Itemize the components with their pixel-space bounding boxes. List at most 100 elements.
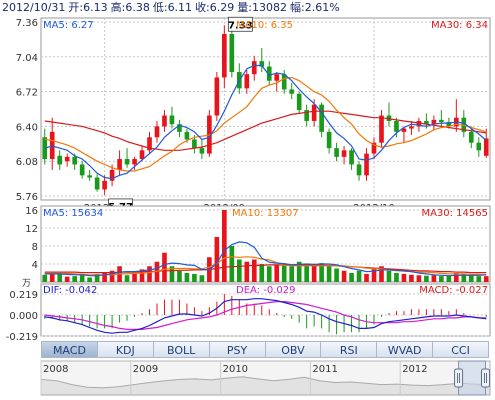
volume-bar — [431, 275, 437, 282]
time-navigator[interactable]: 2008 2009 2010 2011 2012 — [0, 359, 495, 399]
macd-y-tick: -0.219 — [6, 332, 38, 340]
tab-wvad[interactable]: WVAD — [376, 341, 433, 358]
stock-chart-widget: 2012/10/31 开:6.13 高:6.38 低:6.11 收:6.29 量:1308… — [0, 0, 495, 400]
candle-body — [169, 115, 175, 125]
macd-legend: MACD: -0.027 — [419, 285, 488, 296]
candle-body — [341, 150, 347, 157]
candle-body — [102, 180, 107, 190]
candle-body — [87, 175, 92, 178]
volume-unit-label: 万 — [22, 279, 31, 289]
navigator-year-label: 2008 — [43, 364, 68, 375]
volume-bar — [266, 266, 272, 282]
volume-y-tick: 12 — [25, 224, 38, 235]
navigator-right-handle[interactable] — [481, 368, 491, 388]
candle-body — [326, 131, 332, 149]
tab-psy[interactable]: PSY — [208, 341, 265, 358]
volume-bar — [349, 273, 354, 282]
volume-bar — [334, 268, 339, 282]
candle-body — [409, 126, 414, 129]
price-y-tick: 5.76 — [16, 192, 38, 203]
volume-bar — [446, 275, 452, 282]
navigator-year-label: 2009 — [133, 364, 158, 375]
volume-bar — [416, 275, 422, 282]
price-y-tick: 7.36 — [16, 18, 38, 29]
candle-body — [154, 126, 160, 138]
candle-body — [476, 142, 482, 151]
volume-bar — [79, 275, 85, 282]
volume-bar — [356, 270, 362, 282]
candle-body — [296, 93, 302, 111]
macd-y-tick: 0.219 — [9, 290, 38, 301]
price-y-tick: 6.40 — [16, 122, 38, 133]
volume-bar — [483, 276, 489, 282]
volume-bar — [476, 276, 482, 282]
candle-body — [124, 159, 130, 165]
candle-body — [72, 156, 77, 165]
candle-body — [356, 164, 362, 176]
dea-legend: DEA: -0.029 — [236, 285, 295, 296]
volume-bar — [72, 276, 77, 282]
volume-bar — [222, 210, 227, 282]
volume-ma30-legend: MA30: 14565 — [421, 208, 488, 219]
tab-macd[interactable]: MACD — [41, 341, 97, 358]
candle-body — [57, 155, 63, 165]
volume-ma5-legend: MA5: 15634 — [43, 208, 103, 219]
volume-bar — [439, 276, 444, 282]
volume-bar — [259, 264, 265, 282]
volume-bar — [326, 266, 332, 282]
volume-bar — [236, 259, 242, 282]
volume-bar — [364, 273, 369, 282]
candle-body — [199, 148, 205, 154]
volume-y-tick: 4 — [32, 260, 38, 271]
volume-bar — [177, 270, 182, 282]
candle-body — [311, 104, 317, 121]
volume-bar — [199, 275, 205, 282]
tab-rsi[interactable]: RSI — [320, 341, 377, 358]
navigator-year-label: 2010 — [223, 364, 248, 375]
volume-bar — [64, 276, 70, 282]
candle-body — [364, 153, 369, 176]
volume-bar — [289, 266, 295, 282]
volume-bar — [184, 273, 190, 282]
price-y-tick: 6.72 — [16, 88, 38, 99]
price-y-tick: 6.08 — [16, 157, 38, 168]
candle-body — [289, 89, 295, 94]
candle-body — [483, 138, 489, 156]
volume-bar — [57, 273, 63, 282]
chart-svg: 7.367.046.726.406.085.762012/082012/0920… — [6, 16, 491, 340]
volume-bar — [124, 275, 130, 282]
tab-kdj[interactable]: KDJ — [96, 341, 153, 358]
volume-bar — [244, 261, 250, 282]
candle-body — [132, 159, 137, 165]
candle-body — [468, 131, 474, 143]
tab-boll[interactable]: BOLL — [152, 341, 209, 358]
volume-bar — [229, 246, 235, 282]
volume-y-tick: 8 — [32, 242, 38, 253]
price-ma10-legend: MA10: 6.35 — [236, 20, 293, 31]
navigator-year-label: 2012 — [402, 364, 427, 375]
volume-bar — [409, 274, 414, 282]
volume-y-tick: 16 — [25, 206, 38, 217]
price-ma30-legend: MA30: 6.34 — [431, 20, 488, 31]
candle-body — [94, 177, 100, 190]
volume-bar — [251, 259, 257, 282]
candle-body — [334, 148, 339, 157]
volume-bar — [311, 264, 317, 282]
candle-body — [281, 74, 287, 90]
candle-body — [349, 150, 354, 165]
candle-body — [229, 33, 235, 73]
volume-bar — [274, 264, 280, 282]
volume-bar — [424, 275, 429, 282]
volume-bar — [281, 264, 287, 282]
candle-body — [274, 74, 280, 81]
tab-cci[interactable]: CCI — [432, 341, 489, 358]
candle-body — [117, 159, 122, 170]
candle-body — [394, 120, 399, 132]
navigator-left-handle[interactable] — [454, 368, 464, 388]
volume-bar — [401, 273, 407, 282]
volume-panel: 16 12 8 4万 MA5: 15634 MA10: 13307 MA30: 14565 — [22, 205, 491, 289]
candle-body — [162, 115, 167, 127]
tab-obv[interactable]: OBV — [264, 341, 321, 358]
candle-body — [184, 131, 190, 140]
volume-bar — [147, 266, 152, 282]
